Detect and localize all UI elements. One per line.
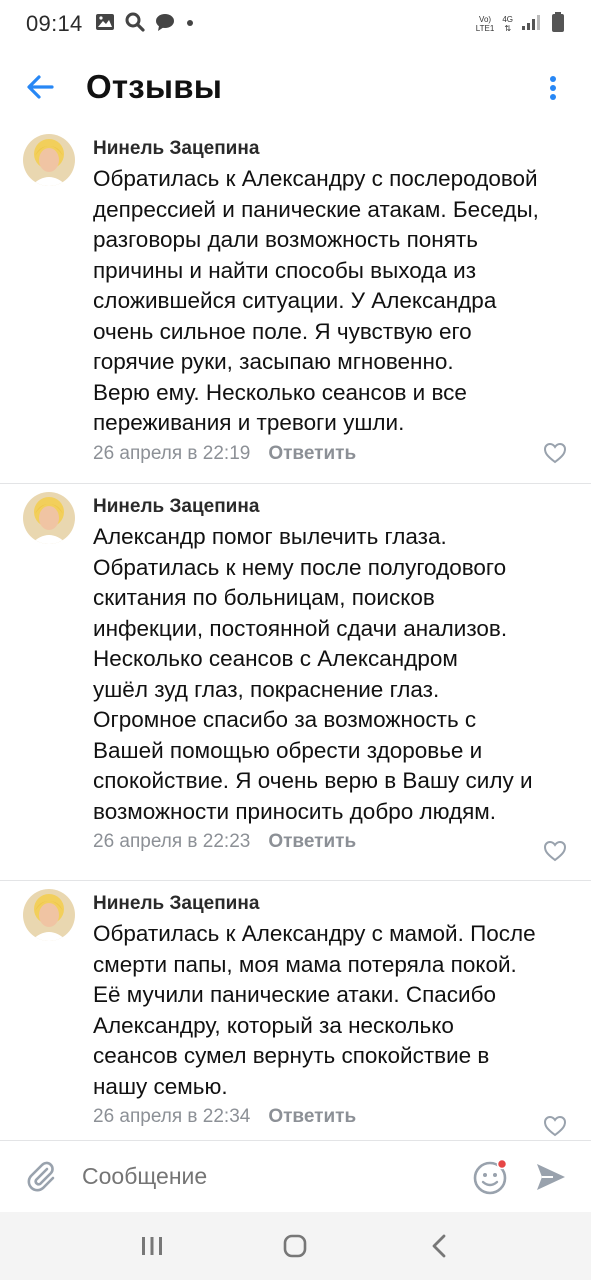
send-icon — [537, 1163, 565, 1190]
paperclip-icon — [27, 1161, 55, 1191]
network-indicator: Vo) LTE1 — [476, 15, 495, 33]
review-item: Нинель Зацепина Александр помог вылечить… — [0, 484, 591, 881]
smile-icon — [473, 1158, 508, 1194]
battery-icon — [551, 11, 565, 38]
status-bar: 09:14 Vo) LTE1 4G ⇅ — [0, 0, 591, 48]
system-nav-bar — [0, 1212, 591, 1280]
review-meta: 26 апреля в 22:34 Ответить — [93, 1102, 575, 1132]
review-meta: 26 апреля в 22:19 Ответить — [93, 439, 575, 469]
network-type-label: 4G — [502, 15, 513, 24]
send-button[interactable] — [533, 1159, 569, 1195]
volte-label: Vo) — [479, 15, 492, 24]
avatar[interactable] — [23, 134, 75, 186]
network-type: 4G ⇅ — [502, 15, 513, 33]
review-body: Нинель Зацепина Александр помог вылечить… — [93, 484, 591, 857]
data-arrows-icon: ⇅ — [504, 24, 512, 33]
more-options-button[interactable] — [533, 68, 573, 108]
message-composer — [0, 1140, 591, 1212]
attach-button[interactable] — [22, 1157, 62, 1197]
nav-back-button[interactable] — [409, 1221, 469, 1271]
avatar[interactable] — [23, 889, 75, 941]
emoji-button[interactable] — [471, 1157, 511, 1197]
more-vertical-icon — [550, 76, 556, 100]
recent-apps-button[interactable] — [122, 1221, 182, 1271]
review-meta: 26 апреля в 22:23 Ответить — [93, 827, 575, 857]
heart-icon[interactable] — [543, 1115, 567, 1137]
review-text: Александр помог вылечить глаза. Обратила… — [93, 524, 533, 824]
app-bar: Отзывы — [0, 48, 591, 126]
chat-icon — [155, 13, 175, 36]
status-notification-icons — [95, 12, 195, 37]
review-date: 26 апреля в 22:19 — [93, 442, 251, 464]
back-icon — [432, 1234, 446, 1258]
review-text: Обратилась к Александру с мамой. После с… — [93, 921, 536, 1099]
page-title: Отзывы — [86, 68, 223, 105]
reply-button[interactable]: Ответить — [268, 1106, 356, 1128]
review-item: Нинель Зацепина Обратилась к Александру … — [0, 881, 591, 1140]
review-author[interactable]: Нинель Зацепина — [93, 136, 575, 162]
status-time: 09:14 — [26, 11, 83, 36]
review-body: Нинель Зацепина Обратилась к Александру … — [93, 126, 591, 469]
review-body: Нинель Зацепина Обратилась к Александру … — [93, 881, 591, 1132]
avatar[interactable] — [23, 492, 75, 544]
search-icon — [125, 12, 145, 37]
signal-icon — [521, 13, 543, 36]
recent-apps-icon — [141, 1237, 162, 1255]
heart-icon[interactable] — [543, 442, 567, 464]
review-author[interactable]: Нинель Зацепина — [93, 891, 575, 917]
review-author[interactable]: Нинель Зацепина — [93, 494, 575, 520]
reply-button[interactable]: Ответить — [268, 443, 356, 465]
back-button[interactable] — [4, 48, 76, 126]
review-text: Обратилась к Александру с послеродовой д… — [93, 166, 539, 435]
review-date: 26 апреля в 22:34 — [93, 1106, 251, 1127]
arrow-left-icon — [27, 75, 54, 99]
dot-icon — [185, 15, 195, 33]
heart-icon[interactable] — [543, 840, 567, 862]
review-date: 26 апреля в 22:23 — [93, 831, 251, 852]
home-icon — [284, 1234, 307, 1258]
review-item: Нинель Зацепина Обратилась к Александру … — [0, 126, 591, 484]
reply-button[interactable]: Ответить — [268, 831, 356, 853]
message-input[interactable] — [82, 1163, 471, 1190]
gallery-icon — [95, 13, 115, 36]
lte-label: LTE1 — [475, 24, 495, 33]
reviews-feed[interactable]: Нинель Зацепина Обратилась к Александру … — [0, 126, 591, 1140]
home-button[interactable] — [265, 1221, 325, 1271]
